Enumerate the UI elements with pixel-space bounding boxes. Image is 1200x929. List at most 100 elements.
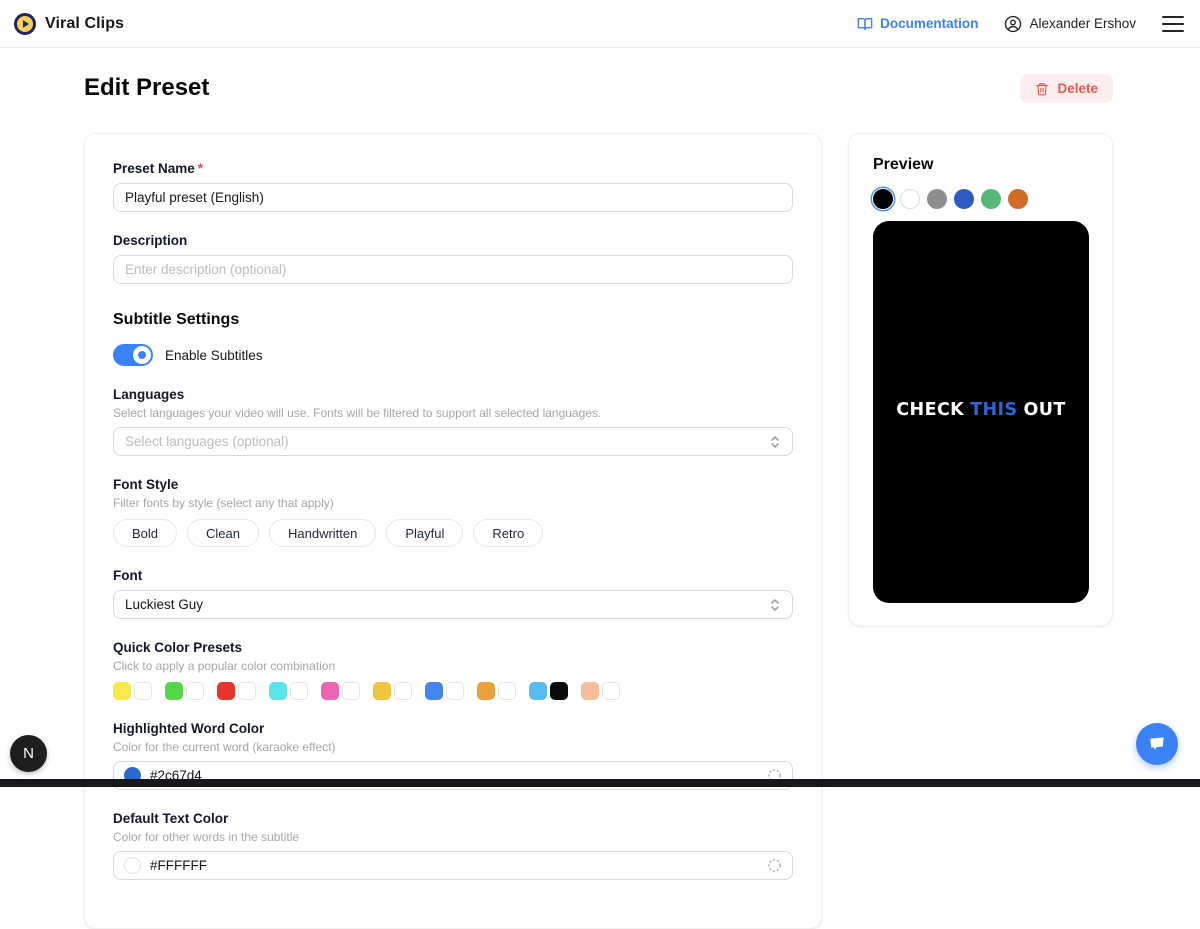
languages-select[interactable]: Select languages (optional) (113, 427, 793, 456)
color-swatch (113, 682, 131, 700)
color-preset-pair[interactable] (113, 682, 152, 700)
chat-bubble-icon (1147, 734, 1167, 754)
brand[interactable]: Viral Clips (14, 13, 124, 35)
required-asterisk: * (198, 161, 203, 176)
font-style-options: Bold Clean Handwritten Playful Retro (113, 519, 793, 547)
video-preview: CHECKTHISOUT (873, 221, 1089, 603)
color-swatch (342, 682, 360, 700)
delete-button[interactable]: Delete (1020, 74, 1113, 103)
user-avatar-icon (1004, 15, 1022, 33)
font-style-group: Font Style Filter fonts by style (select… (113, 477, 793, 547)
preview-background-dot[interactable] (1008, 189, 1028, 209)
quick-color-presets (113, 682, 793, 700)
caption-word-highlighted: THIS (970, 400, 1017, 420)
font-style-pill-playful[interactable]: Playful (386, 519, 463, 547)
dev-tools-badge[interactable]: N (10, 735, 47, 772)
edit-preset-form: Preset Name* Description Subtitle Settin… (84, 133, 822, 929)
color-preset-pair[interactable] (425, 682, 464, 700)
page-title: Edit Preset (84, 74, 209, 102)
default-text-color-label: Default Text Color (113, 811, 793, 826)
color-swatch (269, 682, 287, 700)
caption-word: CHECK (896, 400, 964, 420)
color-preset-pair[interactable] (477, 682, 516, 700)
font-style-pill-handwritten[interactable]: Handwritten (269, 519, 376, 547)
documentation-link[interactable]: Documentation (857, 16, 978, 32)
viral-clips-logo-icon (14, 13, 36, 35)
enable-subtitles-row: Enable Subtitles (113, 344, 793, 366)
color-swatch (186, 682, 204, 700)
color-swatch (498, 682, 516, 700)
quick-color-presets-label: Quick Color Presets (113, 640, 793, 655)
default-color-swatch (124, 857, 141, 874)
highlighted-word-color-helper: Color for the current word (karaoke effe… (113, 740, 793, 754)
color-swatch (165, 682, 183, 700)
font-group: Font Luckiest Guy (113, 568, 793, 619)
subtitle-settings-heading: Subtitle Settings (113, 311, 793, 329)
default-text-color-group: Default Text Color Color for other words… (113, 811, 793, 880)
subtitle-caption: CHECKTHISOUT (873, 400, 1089, 420)
highlighted-word-color-label: Highlighted Word Color (113, 721, 793, 736)
preview-background-dot[interactable] (900, 189, 920, 209)
languages-helper: Select languages your video will use. Fo… (113, 406, 793, 420)
menu-icon[interactable] (1162, 16, 1184, 32)
preview-background-dot[interactable] (981, 189, 1001, 209)
color-swatch (602, 682, 620, 700)
color-swatch (550, 682, 568, 700)
default-text-color-input[interactable] (113, 851, 793, 880)
quick-color-presets-helper: Click to apply a popular color combinati… (113, 659, 793, 673)
enable-subtitles-label: Enable Subtitles (165, 348, 263, 363)
languages-group: Languages Select languages your video wi… (113, 387, 793, 456)
color-swatch (290, 682, 308, 700)
preview-card: Preview CHECKTHISOUT (848, 133, 1113, 626)
preview-background-dot[interactable] (927, 189, 947, 209)
color-preset-pair[interactable] (373, 682, 412, 700)
languages-label: Languages (113, 387, 793, 402)
documentation-label: Documentation (880, 16, 978, 31)
color-picker-icon[interactable] (767, 858, 782, 873)
color-swatch (581, 682, 599, 700)
font-style-pill-bold[interactable]: Bold (113, 519, 177, 547)
color-swatch (321, 682, 339, 700)
color-swatch (394, 682, 412, 700)
brand-name: Viral Clips (45, 15, 124, 33)
chevron-up-down-icon (769, 598, 781, 612)
font-style-pill-retro[interactable]: Retro (473, 519, 543, 547)
color-swatch (529, 682, 547, 700)
screen-edge-strip (0, 779, 1200, 787)
color-swatch (446, 682, 464, 700)
preview-heading: Preview (873, 156, 1088, 174)
font-label: Font (113, 568, 793, 583)
color-swatch (373, 682, 391, 700)
description-group: Description (113, 233, 793, 284)
color-swatch (217, 682, 235, 700)
color-preset-pair[interactable] (217, 682, 256, 700)
description-input[interactable] (113, 255, 793, 284)
font-style-helper: Filter fonts by style (select any that a… (113, 496, 793, 510)
font-selected-value: Luckiest Guy (125, 597, 203, 612)
quick-color-presets-group: Quick Color Presets Click to apply a pop… (113, 640, 793, 700)
preview-background-dot[interactable] (954, 189, 974, 209)
preset-name-input[interactable] (113, 183, 793, 212)
color-preset-pair[interactable] (269, 682, 308, 700)
font-select[interactable]: Luckiest Guy (113, 590, 793, 619)
font-style-pill-clean[interactable]: Clean (187, 519, 259, 547)
color-preset-pair[interactable] (529, 682, 568, 700)
enable-subtitles-toggle[interactable] (113, 344, 153, 366)
user-menu[interactable]: Alexander Ershov (1004, 15, 1136, 33)
color-swatch (477, 682, 495, 700)
default-color-value[interactable] (150, 858, 758, 873)
preset-name-group: Preset Name* (113, 161, 793, 212)
description-label: Description (113, 233, 793, 248)
color-swatch (134, 682, 152, 700)
color-preset-pair[interactable] (321, 682, 360, 700)
chevron-up-down-icon (769, 435, 781, 449)
trash-icon (1035, 82, 1049, 96)
chat-widget-button[interactable] (1136, 723, 1178, 765)
color-preset-pair[interactable] (581, 682, 620, 700)
user-name: Alexander Ershov (1029, 16, 1136, 31)
color-swatch (425, 682, 443, 700)
book-icon (857, 16, 873, 32)
color-preset-pair[interactable] (165, 682, 204, 700)
preview-background-dot[interactable] (873, 189, 893, 209)
preset-name-label: Preset Name* (113, 161, 793, 176)
